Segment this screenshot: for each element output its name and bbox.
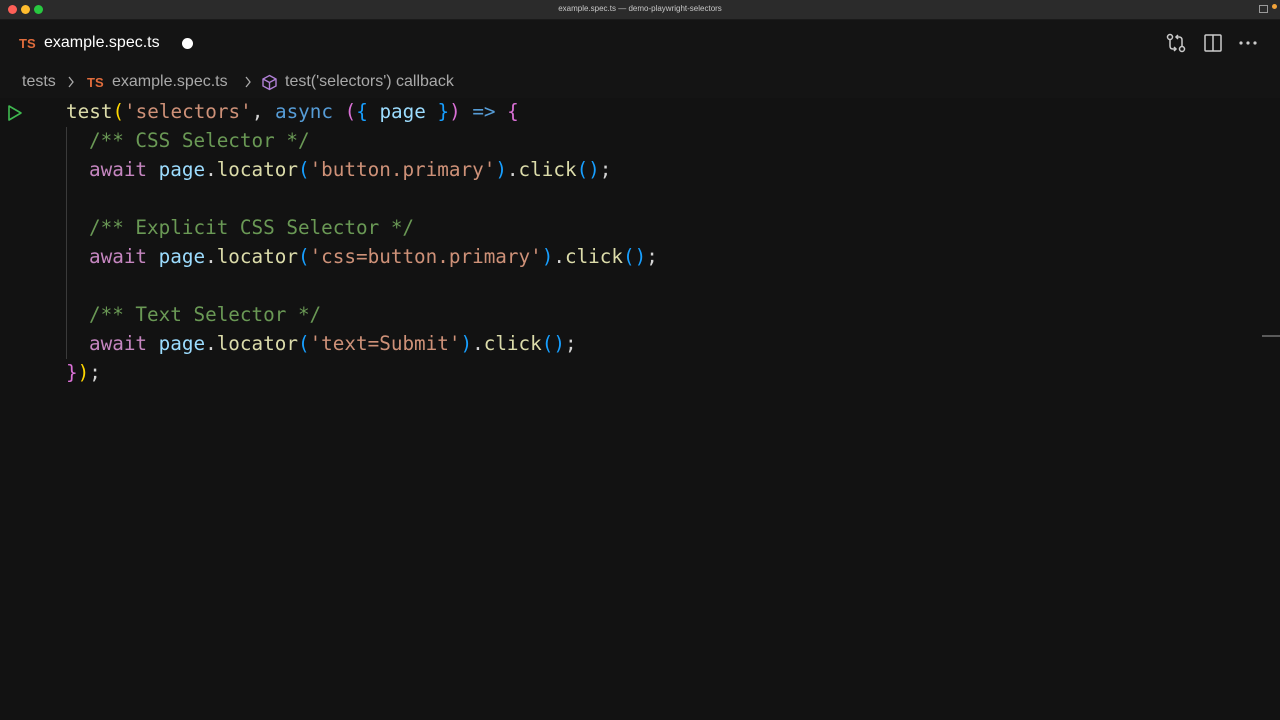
- code-line[interactable]: await page.locator('text=Submit').click(…: [89, 329, 577, 358]
- code-token: .: [205, 244, 217, 268]
- code-token: (: [297, 331, 310, 355]
- tab-example-spec[interactable]: TS example.spec.ts: [0, 20, 212, 66]
- code-token: }: [437, 99, 450, 123]
- code-token: ,: [251, 99, 275, 123]
- code-token: /** Text Selector */: [89, 302, 322, 326]
- code-token: await: [89, 157, 148, 181]
- code-token: ): [495, 157, 507, 181]
- code-token: locator: [216, 157, 298, 181]
- code-token: (: [297, 157, 310, 181]
- code-token: click: [564, 244, 624, 268]
- code-line[interactable]: await page.locator('css=button.primary')…: [89, 242, 658, 271]
- notification-dot: [1272, 4, 1277, 9]
- breadcrumb-folder[interactable]: tests: [22, 73, 56, 91]
- scrollbar-marker[interactable]: [1262, 335, 1280, 337]
- code-token: {: [356, 99, 368, 123]
- code-token: ;: [599, 157, 612, 181]
- source-control-compare-icon[interactable]: [1165, 32, 1187, 54]
- code-token: }: [66, 360, 78, 384]
- code-token: .: [506, 157, 519, 181]
- code-token: click: [483, 331, 542, 355]
- title-bar: example.spec.ts — demo-playwright-select…: [0, 0, 1280, 20]
- breadcrumb-symbol[interactable]: test('selectors') callback: [285, 73, 454, 91]
- code-token: ;: [564, 331, 577, 355]
- code-token: .: [553, 244, 565, 268]
- code-token: (): [576, 157, 600, 181]
- code-token: {: [507, 99, 519, 123]
- code-token: .: [205, 331, 217, 355]
- editor-window: example.spec.ts — demo-playwright-select…: [0, 0, 1280, 720]
- indent-guide: [66, 127, 67, 359]
- code-line[interactable]: /** Explicit CSS Selector */: [89, 213, 414, 242]
- code-token: page: [158, 331, 206, 355]
- code-token: 'text=Submit': [309, 331, 461, 355]
- code-token: /** Explicit CSS Selector */: [89, 215, 415, 239]
- symbol-method-icon: [262, 74, 277, 91]
- code-token: 'button.primary': [309, 157, 496, 181]
- chevron-right-icon: [245, 76, 251, 88]
- code-token: ): [449, 99, 461, 123]
- code-line[interactable]: await page.locator('button.primary').cli…: [89, 155, 611, 184]
- split-editor-icon[interactable]: [1202, 32, 1224, 54]
- code-token: ;: [89, 360, 101, 384]
- code-token: (: [297, 244, 310, 268]
- code-token: =>: [472, 99, 496, 123]
- code-token: (: [344, 99, 357, 123]
- typescript-file-icon: TS: [19, 36, 36, 51]
- tab-label: example.spec.ts: [44, 34, 160, 51]
- code-token: test: [66, 99, 113, 123]
- code-token: .: [472, 331, 484, 355]
- breadcrumb: tests TS example.spec.ts test('selectors…: [0, 66, 1280, 98]
- code-token: await: [89, 244, 148, 268]
- code-editor[interactable]: test('selectors', async ({ page }) => {/…: [0, 98, 1280, 720]
- code-token: async: [274, 99, 334, 123]
- code-line[interactable]: /** Text Selector */: [89, 300, 321, 329]
- code-token: /** CSS Selector */: [89, 128, 310, 152]
- tab-bar: TS example.spec.ts: [0, 20, 1280, 66]
- code-token: ): [541, 244, 554, 268]
- typescript-file-icon: TS: [87, 75, 104, 90]
- code-token: page: [158, 244, 206, 268]
- code-token: locator: [216, 331, 298, 355]
- layout-icon[interactable]: [1259, 5, 1268, 13]
- code-token: ): [77, 360, 90, 384]
- code-token: .: [205, 157, 217, 181]
- code-token: (): [541, 331, 565, 355]
- code-token: ): [460, 331, 473, 355]
- chevron-right-icon: [68, 76, 74, 88]
- run-test-icon[interactable]: [7, 104, 23, 122]
- breadcrumb-file[interactable]: example.spec.ts: [112, 73, 228, 91]
- code-line[interactable]: });: [66, 358, 101, 387]
- code-token: click: [518, 157, 577, 181]
- code-token: (: [112, 99, 125, 123]
- more-actions-icon[interactable]: [1237, 32, 1259, 54]
- code-token: 'selectors': [124, 99, 252, 123]
- code-token: locator: [216, 244, 298, 268]
- unsaved-changes-dot[interactable]: [182, 38, 193, 49]
- code-line[interactable]: /** CSS Selector */: [89, 126, 310, 155]
- code-token: (): [623, 244, 647, 268]
- code-token: ;: [646, 244, 658, 268]
- code-token: await: [89, 331, 148, 355]
- code-token: 'css=button.primary': [309, 244, 542, 268]
- code-token: page: [158, 157, 206, 181]
- code-line[interactable]: test('selectors', async ({ page }) => {: [66, 97, 519, 126]
- code-token: page: [379, 99, 426, 123]
- window-title: example.spec.ts — demo-playwright-select…: [558, 4, 722, 13]
